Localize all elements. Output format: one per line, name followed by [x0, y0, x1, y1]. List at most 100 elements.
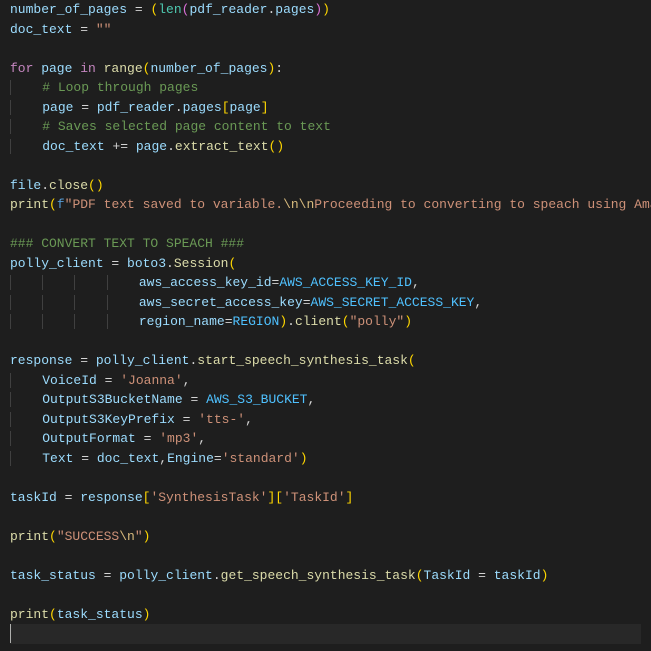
code-line: Text = doc_text,Engine='standard'): [10, 449, 641, 469]
variable: taskId: [494, 568, 541, 583]
code-line: aws_access_key_id=AWS_ACCESS_KEY_ID,: [10, 273, 641, 293]
bracket: [: [222, 100, 230, 115]
function: get_speech_synthesis_task: [221, 568, 416, 583]
operator: =: [104, 256, 127, 271]
keyword: in: [80, 61, 96, 76]
cursor-icon: [10, 624, 11, 643]
dot: .: [287, 314, 295, 329]
string: 'mp3': [159, 431, 198, 446]
code-line: task_status = polly_client.get_speech_sy…: [10, 566, 641, 586]
string: "polly": [350, 314, 405, 329]
code-line: number_of_pages = (len(pdf_reader.pages)…: [10, 0, 641, 20]
code-line: print(f"PDF text saved to variable.\n\nP…: [10, 195, 641, 215]
variable: file: [10, 178, 41, 193]
variable: doc_text: [42, 139, 104, 154]
variable: TaskId: [424, 568, 471, 583]
code-line: [10, 39, 641, 59]
bracket: ]: [346, 490, 354, 505]
variable: pdf_reader: [189, 2, 267, 17]
paren: ): [404, 314, 412, 329]
comment: # Loop through pages: [42, 80, 198, 95]
paren: (: [416, 568, 424, 583]
function: print: [10, 197, 49, 212]
function: print: [10, 607, 49, 622]
variable: VoiceId: [42, 373, 97, 388]
paren: ): [322, 2, 330, 17]
bracket: [: [275, 490, 283, 505]
operator: =: [470, 568, 493, 583]
string: Proceeding to converting to speach using…: [314, 197, 651, 212]
code-line: response = polly_client.start_speech_syn…: [10, 351, 641, 371]
comma: ,: [245, 412, 253, 427]
operator: =: [225, 314, 233, 329]
paren: ): [279, 314, 287, 329]
string: "": [96, 22, 112, 37]
code-line: taskId = response['SynthesisTask']['Task…: [10, 488, 641, 508]
string: "SUCCESS: [57, 529, 119, 544]
variable: task_status: [10, 568, 96, 583]
variable: aws_secret_access_key: [139, 295, 303, 310]
dot: .: [41, 178, 49, 193]
variable: pdf_reader: [97, 100, 175, 115]
variable: number_of_pages: [150, 61, 267, 76]
variable: page: [33, 61, 80, 76]
code-line: [10, 507, 641, 527]
operator: =: [136, 431, 159, 446]
code-line: [10, 332, 641, 352]
variable: response: [80, 490, 142, 505]
variable: OutputFormat: [42, 431, 136, 446]
variable: polly_client: [96, 353, 190, 368]
variable: OutputS3KeyPrefix: [42, 412, 175, 427]
paren: ): [143, 529, 151, 544]
code-line: # Loop through pages: [10, 78, 641, 98]
operator: =: [127, 2, 150, 17]
operator: =: [303, 295, 311, 310]
variable: OutputS3BucketName: [42, 392, 182, 407]
function: extract_text: [175, 139, 269, 154]
paren: (: [408, 353, 416, 368]
operator: =: [73, 451, 96, 466]
string: 'SynthesisTask': [150, 490, 267, 505]
code-line: [10, 546, 641, 566]
variable: polly_client: [10, 256, 104, 271]
code-line: # Saves selected page content to text: [10, 117, 641, 137]
variable: boto3: [127, 256, 166, 271]
constant: AWS_ACCESS_KEY_ID: [279, 275, 412, 290]
variable: page: [230, 100, 261, 115]
keyword: for: [10, 61, 33, 76]
string: ": [135, 529, 143, 544]
builtin: len: [158, 2, 181, 17]
function: print: [10, 529, 49, 544]
comma: ,: [474, 295, 482, 310]
variable: response: [10, 353, 72, 368]
escape: \n: [119, 529, 135, 544]
variable: pages: [183, 100, 222, 115]
variable: taskId: [10, 490, 57, 505]
paren: (: [228, 256, 236, 271]
colon: :: [275, 61, 283, 76]
code-line: print("SUCCESS\n"): [10, 527, 641, 547]
dot: .: [213, 568, 221, 583]
paren: ): [143, 607, 151, 622]
code-line: OutputS3KeyPrefix = 'tts-',: [10, 410, 641, 430]
code-line: doc_text = "": [10, 20, 641, 40]
code-editor[interactable]: number_of_pages = ( len ( pdf_reader. pages)…: [0, 0, 651, 644]
operator: =: [96, 568, 119, 583]
escape: \n\n: [283, 197, 314, 212]
cursor-line[interactable]: [10, 624, 641, 644]
function: close: [49, 178, 88, 193]
variable: doc_text: [10, 22, 72, 37]
paren: ): [541, 568, 549, 583]
operator: =: [72, 353, 95, 368]
code-line: [10, 156, 641, 176]
code-line: for page in range(number_of_pages):: [10, 59, 641, 79]
comment: # Saves selected page content to text: [42, 119, 331, 134]
function: start_speech_synthesis_task: [197, 353, 408, 368]
code-line: [10, 585, 641, 605]
code-line: file.close(): [10, 176, 641, 196]
variable: page: [42, 100, 73, 115]
operator: +=: [105, 139, 136, 154]
function: client: [295, 314, 342, 329]
dot: .: [167, 139, 175, 154]
paren: ): [96, 178, 104, 193]
